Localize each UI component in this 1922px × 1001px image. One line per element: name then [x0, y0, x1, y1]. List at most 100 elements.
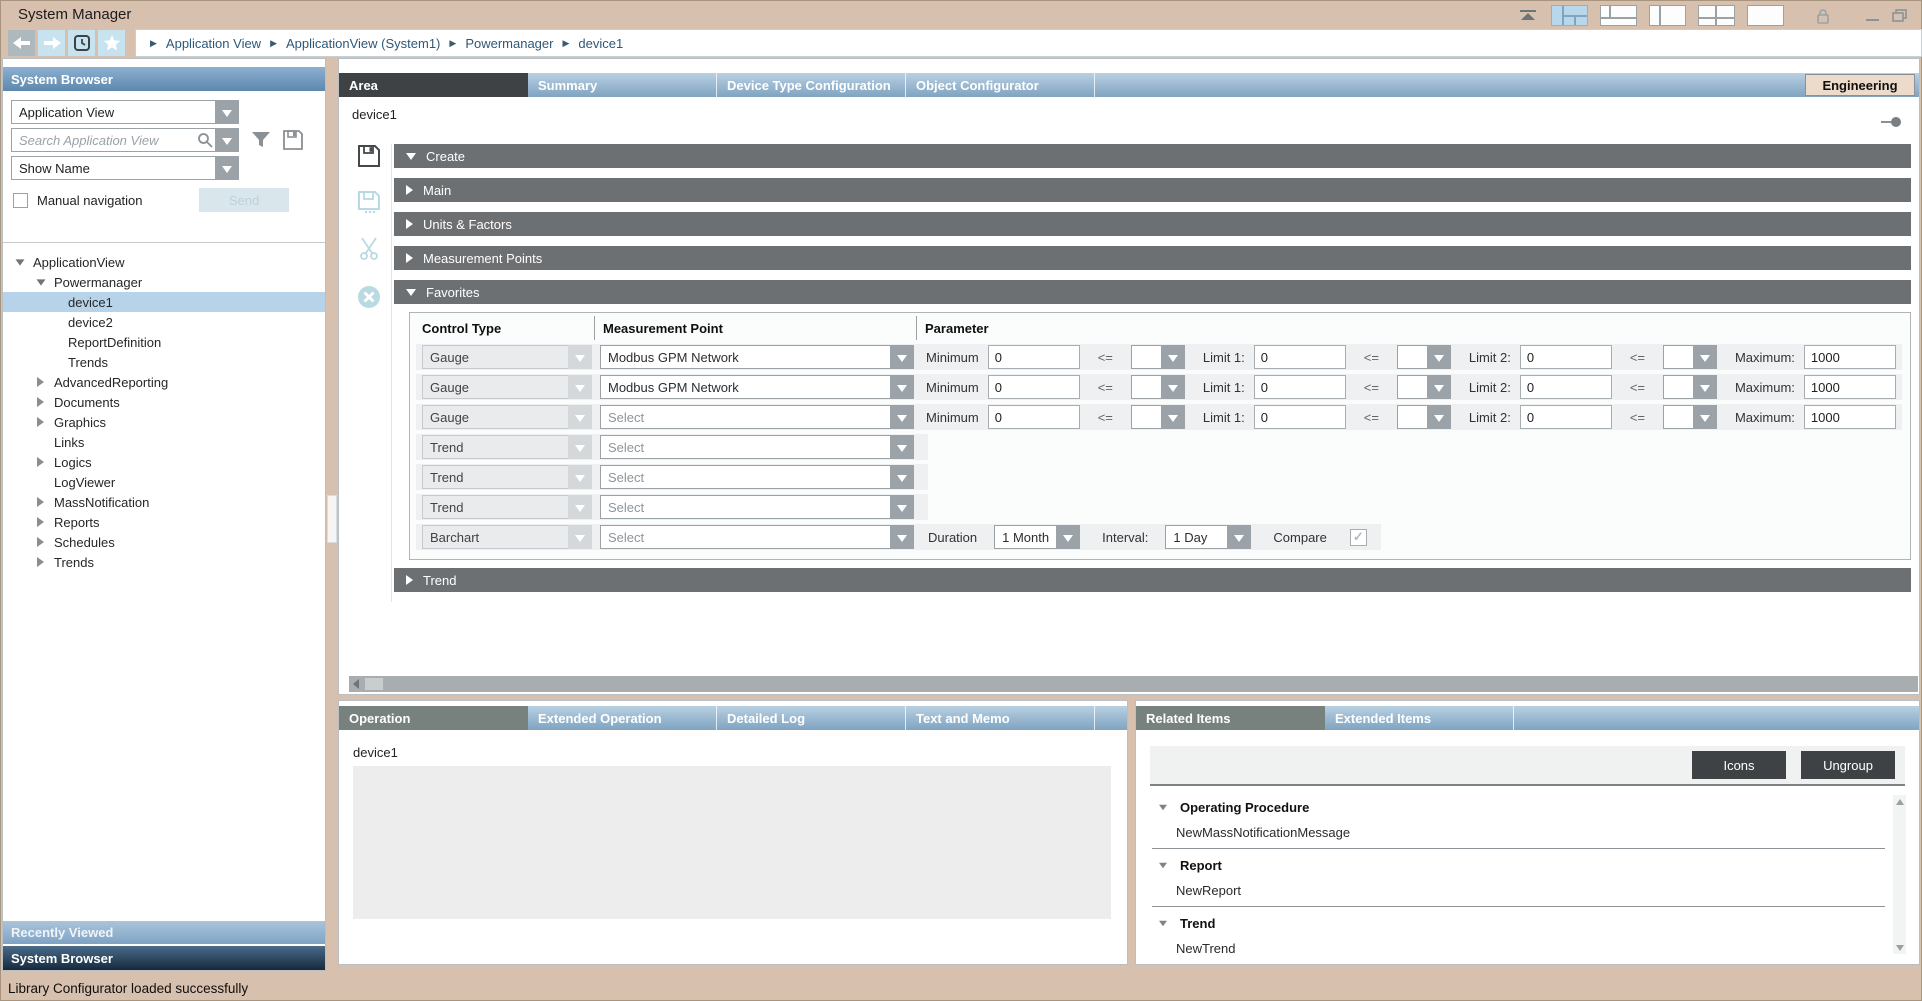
chevron-down-icon[interactable]	[890, 405, 914, 429]
section-favorites[interactable]: Favorites	[394, 280, 1911, 304]
section-trend[interactable]: Trend	[394, 568, 1911, 592]
scroll-down-icon[interactable]	[1894, 942, 1905, 953]
tab-object-configurator[interactable]: Object Configurator	[906, 73, 1095, 97]
search-input[interactable]	[19, 133, 197, 148]
chevron-down-icon[interactable]	[568, 375, 592, 399]
control-type-dropdown[interactable]: Trend	[422, 495, 592, 519]
limit2-input[interactable]	[1520, 345, 1612, 369]
save-icon[interactable]	[358, 145, 380, 172]
operator-dropdown[interactable]	[1663, 405, 1717, 429]
tree-item-reports[interactable]: Reports	[3, 512, 325, 532]
expander-icon[interactable]	[34, 497, 47, 507]
minimum-input[interactable]	[988, 405, 1080, 429]
tab-extended-operation[interactable]: Extended Operation	[528, 706, 717, 730]
chevron-down-icon[interactable]	[890, 495, 914, 519]
scroll-up-icon[interactable]	[1894, 796, 1905, 807]
tree-item-trends[interactable]: Trends	[3, 552, 325, 572]
interval-dropdown[interactable]: 1 Day	[1165, 525, 1251, 549]
cut-icon[interactable]	[358, 237, 380, 266]
list-item-newreport[interactable]: NewReport	[1152, 878, 1885, 903]
group-operating-procedure[interactable]: Operating Procedure	[1152, 795, 1885, 820]
limit2-input[interactable]	[1520, 375, 1612, 399]
duration-dropdown[interactable]: 1 Month	[994, 525, 1080, 549]
measurement-point-dropdown[interactable]: Select	[600, 435, 914, 459]
operator-dropdown[interactable]	[1397, 345, 1451, 369]
horizontal-scrollbar[interactable]	[349, 676, 1918, 692]
search-icon[interactable]	[197, 132, 213, 148]
chevron-down-icon[interactable]	[568, 495, 592, 519]
chevron-down-icon[interactable]	[568, 465, 592, 489]
chevron-down-icon[interactable]	[1693, 405, 1717, 429]
compare-checkbox[interactable]	[1350, 529, 1367, 546]
section-measurement-points[interactable]: Measurement Points	[394, 246, 1911, 270]
minimum-input[interactable]	[988, 345, 1080, 369]
tree-item-documents[interactable]: Documents	[3, 392, 325, 412]
operator-dropdown[interactable]	[1663, 345, 1717, 369]
control-type-dropdown[interactable]: Gauge	[422, 375, 592, 399]
expander-icon[interactable]	[1159, 805, 1167, 811]
measurement-point-dropdown[interactable]: Modbus GPM Network	[600, 375, 914, 399]
chevron-down-icon[interactable]	[1161, 375, 1185, 399]
group-report[interactable]: Report	[1152, 853, 1885, 878]
tree-item-advancedreporting[interactable]: AdvancedReporting	[3, 372, 325, 392]
tree-item-trends-child[interactable]: Trends	[3, 352, 325, 372]
ungroup-button[interactable]: Ungroup	[1801, 751, 1895, 779]
breadcrumb-application-view[interactable]: Application View	[166, 36, 261, 51]
chevron-down-icon[interactable]	[890, 345, 914, 369]
limit1-input[interactable]	[1254, 405, 1346, 429]
chevron-down-icon[interactable]	[568, 345, 592, 369]
chevron-down-icon[interactable]	[890, 435, 914, 459]
manual-navigation-checkbox[interactable]	[13, 193, 28, 208]
tree-item-schedules[interactable]: Schedules	[3, 532, 325, 552]
operator-dropdown[interactable]	[1397, 405, 1451, 429]
tab-device-type-configuration[interactable]: Device Type Configuration	[717, 73, 906, 97]
chevron-down-icon[interactable]	[890, 465, 914, 489]
section-main[interactable]: Main	[394, 178, 1911, 202]
chevron-down-icon[interactable]	[215, 100, 239, 124]
chevron-down-icon[interactable]	[568, 525, 592, 549]
maximum-input[interactable]	[1804, 405, 1896, 429]
expander-icon[interactable]	[34, 279, 47, 286]
tree-item-links[interactable]: Links	[3, 432, 325, 452]
operator-dropdown[interactable]	[1131, 375, 1185, 399]
chevron-down-icon[interactable]	[1427, 405, 1451, 429]
tab-operation[interactable]: Operation	[339, 706, 528, 730]
maximum-input[interactable]	[1804, 375, 1896, 399]
tree-item-massnotification[interactable]: MassNotification	[3, 492, 325, 512]
maximum-input[interactable]	[1804, 345, 1896, 369]
tree-item-logviewer[interactable]: LogViewer	[3, 472, 325, 492]
tree-item-device1[interactable]: device1	[3, 292, 325, 312]
tree-item-device2[interactable]: device2	[3, 312, 325, 332]
chevron-down-icon[interactable]	[890, 525, 914, 549]
expander-icon[interactable]	[13, 259, 26, 266]
tree-item-graphics[interactable]: Graphics	[3, 412, 325, 432]
group-trend[interactable]: Trend	[1152, 911, 1885, 936]
tab-related-items[interactable]: Related Items	[1136, 706, 1325, 730]
chevron-down-icon[interactable]	[1056, 525, 1080, 549]
measurement-point-dropdown[interactable]: Select	[600, 525, 914, 549]
breadcrumb-applicationview-system1[interactable]: ApplicationView (System1)	[286, 36, 440, 51]
favorites-star-icon[interactable]	[98, 30, 125, 56]
list-item-newtrend[interactable]: NewTrend	[1152, 936, 1885, 961]
chevron-down-icon[interactable]	[1161, 405, 1185, 429]
tree-item-logics[interactable]: Logics	[3, 452, 325, 472]
system-browser-bar[interactable]: System Browser	[3, 946, 325, 970]
layout-split-bottom-button[interactable]	[1600, 5, 1637, 26]
expander-icon[interactable]	[34, 517, 47, 527]
control-type-dropdown[interactable]: Trend	[422, 465, 592, 489]
chevron-down-icon[interactable]	[215, 128, 239, 152]
view-dropdown[interactable]: Application View	[11, 100, 239, 124]
control-type-dropdown[interactable]: Barchart	[422, 525, 592, 549]
control-type-dropdown[interactable]: Trend	[422, 435, 592, 459]
forward-button[interactable]	[38, 30, 65, 56]
display-mode-dropdown[interactable]: Show Name	[11, 156, 239, 180]
engineering-mode-button[interactable]: Engineering	[1805, 74, 1915, 96]
tree-item-applicationview[interactable]: ApplicationView	[3, 252, 325, 272]
layout-four-pane-button[interactable]	[1551, 5, 1588, 26]
section-units-factors[interactable]: Units & Factors	[394, 212, 1911, 236]
chevron-down-icon[interactable]	[1227, 525, 1251, 549]
chevron-down-icon[interactable]	[1427, 345, 1451, 369]
minimize-button[interactable]	[1866, 10, 1880, 22]
chevron-down-icon[interactable]	[1427, 375, 1451, 399]
expander-icon[interactable]	[34, 537, 47, 547]
